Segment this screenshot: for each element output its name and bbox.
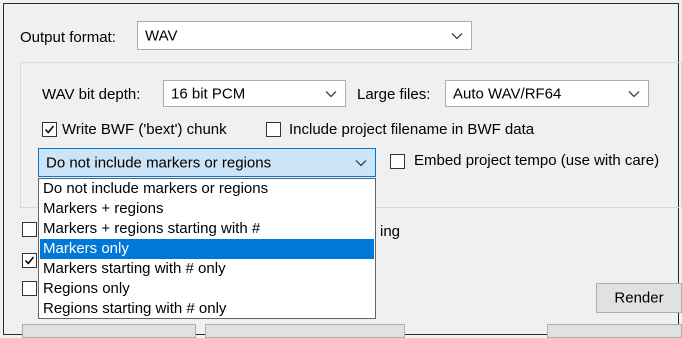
dropdown-option-highlighted[interactable]: Markers only [40, 239, 374, 259]
embed-tempo-label[interactable]: Embed project tempo (use with care) [414, 152, 659, 169]
write-bwf-checkbox[interactable] [42, 122, 57, 137]
chevron-down-icon [325, 90, 337, 97]
chevron-down-icon [355, 159, 367, 166]
markers-regions-dropdown: Do not include markers or regions Marker… [38, 178, 376, 319]
obscured-label-suffix: ing [380, 223, 401, 240]
checkmark-icon [44, 125, 55, 134]
obscured-checkbox-3[interactable] [22, 281, 37, 296]
dropdown-option[interactable]: Regions starting with # only [40, 299, 374, 319]
output-format-label: Output format: [20, 29, 116, 46]
obscured-checkbox-2[interactable] [22, 253, 37, 268]
output-format-combo[interactable]: WAV [137, 21, 472, 50]
write-bwf-label[interactable]: Write BWF ('bext') chunk [62, 121, 227, 138]
embed-tempo-checkbox[interactable] [390, 154, 405, 169]
render-button-label: Render [614, 289, 664, 307]
dropdown-option[interactable]: Markers + regions [40, 199, 374, 219]
render-button[interactable]: Render [596, 283, 682, 313]
checkmark-icon [24, 256, 35, 265]
dropdown-option[interactable]: Markers starting with # only [40, 259, 374, 279]
bottom-button-2[interactable] [205, 324, 405, 338]
wav-bit-depth-value: 16 bit PCM [171, 85, 246, 102]
wav-bit-depth-label: WAV bit depth: [42, 86, 141, 103]
obscured-checkbox-1[interactable] [22, 222, 37, 237]
bottom-button-3[interactable] [547, 324, 682, 338]
large-files-label: Large files: [357, 86, 431, 103]
wav-bit-depth-combo[interactable]: 16 bit PCM [163, 80, 346, 107]
bottom-button-1[interactable] [22, 324, 196, 338]
chevron-down-icon [628, 90, 640, 97]
large-files-combo[interactable]: Auto WAV/RF64 [445, 80, 649, 107]
markers-regions-value: Do not include markers or regions [46, 154, 272, 171]
dropdown-option[interactable]: Do not include markers or regions [40, 179, 374, 199]
include-filename-label[interactable]: Include project filename in BWF data [289, 121, 534, 138]
large-files-value: Auto WAV/RF64 [453, 85, 562, 102]
include-filename-checkbox[interactable] [266, 122, 281, 137]
chevron-down-icon [451, 32, 463, 39]
dropdown-option[interactable]: Regions only [40, 279, 374, 299]
markers-regions-combo[interactable]: Do not include markers or regions [38, 148, 376, 177]
dropdown-option[interactable]: Markers + regions starting with # [40, 219, 374, 239]
output-format-value: WAV [145, 27, 178, 44]
